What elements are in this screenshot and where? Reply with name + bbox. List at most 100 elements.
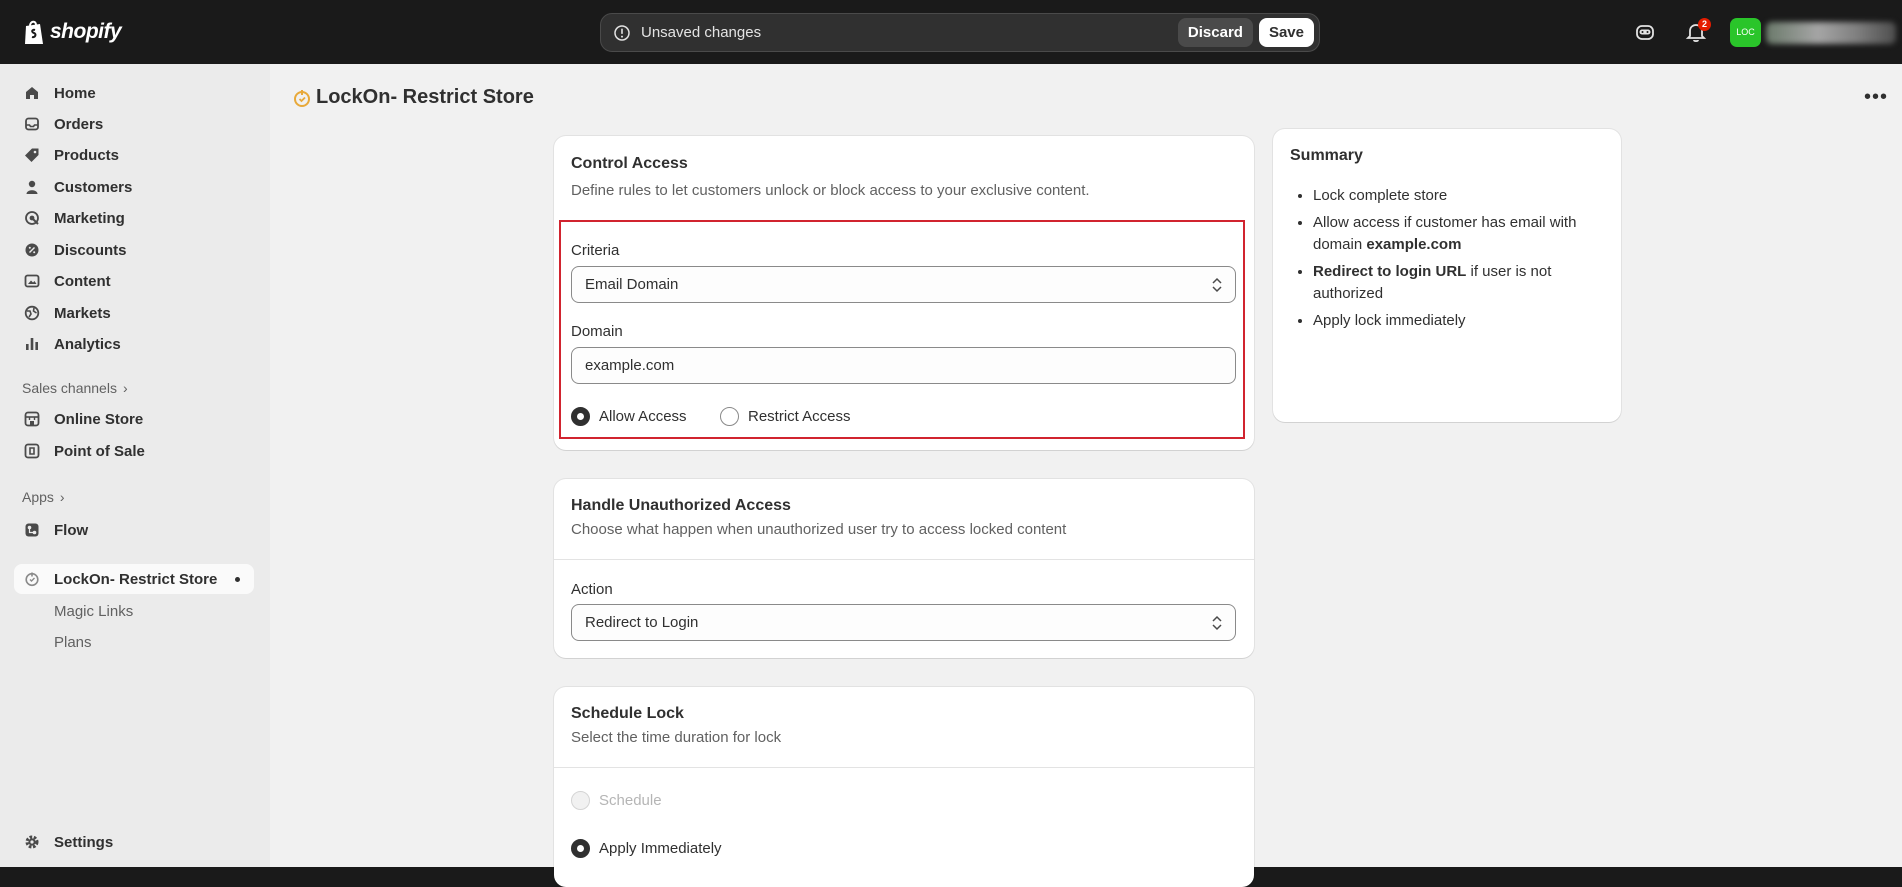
target-icon — [25, 211, 39, 225]
sidebar-item-label: Discounts — [54, 241, 127, 259]
sidebar-item-label: Orders — [54, 115, 104, 133]
restrict-access-radio[interactable]: Restrict Access — [720, 407, 851, 426]
control-access-title: Control Access — [571, 155, 688, 172]
action-label: Action — [571, 581, 613, 598]
chevron-right-icon: › — [122, 380, 128, 396]
sidekick-icon[interactable] — [1634, 21, 1656, 43]
sidebar-item-discounts[interactable]: Discounts — [14, 235, 254, 265]
sales-channels-label: Sales channels — [22, 380, 117, 396]
sidebar-item-label: Point of Sale — [54, 442, 145, 460]
inbox-icon — [25, 117, 39, 131]
shopify-wordmark: shopify — [50, 20, 122, 43]
unsaved-changes-bar: Unsaved changes Discard Save — [600, 13, 1320, 52]
flow-icon — [25, 523, 39, 537]
criteria-select[interactable]: Email Domain — [571, 266, 1236, 303]
notification-badge: 2 — [1698, 18, 1711, 31]
discard-button[interactable]: Discard — [1177, 18, 1253, 47]
divider — [554, 767, 1254, 768]
summary-item-text: Lock complete store — [1313, 187, 1448, 204]
select-arrows-icon — [1212, 277, 1222, 293]
page-title: LockOn- Restrict Store — [292, 86, 534, 109]
allow-access-label: Allow Access — [599, 408, 687, 425]
sidebar-item-magic-links[interactable]: Magic Links — [14, 596, 254, 626]
summary-domain-value: example.com — [1366, 236, 1462, 253]
sidebar-item-orders[interactable]: Orders — [14, 109, 254, 139]
control-access-card: Control Access Define rules to let custo… — [554, 136, 1254, 450]
pin-dot-icon[interactable] — [235, 577, 240, 582]
criteria-label: Criteria — [571, 242, 620, 259]
schedule-description: Select the time duration for lock — [571, 729, 782, 746]
schedule-lock-card: Schedule Lock Select the time duration f… — [554, 687, 1254, 887]
sidebar-item-label: LockOn- Restrict Store — [54, 570, 218, 588]
sidebar-item-point-of-sale[interactable]: Point of Sale — [14, 436, 254, 466]
schedule-label: Schedule — [599, 792, 662, 809]
sidebar-item-customers[interactable]: Customers — [14, 172, 254, 202]
sidebar-item-markets[interactable]: Markets — [14, 298, 254, 328]
summary-title: Summary — [1290, 147, 1363, 164]
more-actions-icon[interactable]: ••• — [1864, 86, 1888, 109]
lockon-icon — [25, 572, 39, 587]
action-select[interactable]: Redirect to Login — [571, 604, 1236, 641]
sidebar-item-label: Flow — [54, 521, 89, 539]
summary-item: Lock complete store — [1313, 185, 1603, 207]
control-access-description: Define rules to let customers unlock or … — [571, 182, 1090, 199]
home-icon — [26, 87, 38, 99]
sidebar-item-label: Marketing — [54, 209, 125, 227]
sidebar-item-products[interactable]: Products — [14, 140, 254, 170]
summary-item: Apply lock immediately — [1313, 310, 1603, 332]
sales-channels-header[interactable]: Sales channels › — [22, 380, 128, 396]
sidebar-item-label: Home — [54, 84, 96, 102]
summary-action-value: Redirect to login URL — [1313, 263, 1467, 280]
schedule-radio[interactable]: Schedule — [571, 791, 662, 810]
unsaved-changes-text: Unsaved changes — [641, 24, 762, 41]
sidebar-item-analytics[interactable]: Analytics — [14, 329, 254, 359]
sidebar-item-flow[interactable]: Flow — [14, 515, 254, 545]
radio-selected-icon — [571, 839, 590, 858]
summary-item: Redirect to login URL if user is not aut… — [1313, 261, 1603, 305]
sidebar-item-label: Magic Links — [54, 602, 134, 620]
store-icon — [24, 411, 40, 427]
apps-label: Apps — [22, 489, 54, 505]
alert-circle-icon — [614, 24, 630, 41]
main-content: LockOn- Restrict Store ••• Control Acces… — [270, 64, 1902, 887]
summary-item-text: Apply lock immediately — [1313, 312, 1466, 329]
allow-access-radio[interactable]: Allow Access — [571, 407, 687, 426]
gear-icon — [25, 835, 39, 849]
unauthorized-title: Handle Unauthorized Access — [571, 497, 791, 514]
sidebar-item-lockon[interactable]: LockOn- Restrict Store — [14, 564, 254, 594]
schedule-title: Schedule Lock — [571, 705, 684, 722]
sidebar-item-marketing[interactable]: Marketing — [14, 203, 254, 233]
domain-label: Domain — [571, 323, 623, 340]
top-bar: shopify Unsaved changes Discard Save 2 L… — [0, 0, 1902, 64]
shopify-logo[interactable]: shopify — [22, 18, 122, 46]
restrict-access-label: Restrict Access — [748, 408, 851, 425]
sidebar-item-online-store[interactable]: Online Store — [14, 404, 254, 434]
summary-card: Summary Lock complete store Allow access… — [1273, 129, 1621, 422]
sidebar-item-label: Settings — [54, 833, 114, 851]
sidebar: Home Orders Products Customers Marketing… — [0, 64, 270, 867]
domain-input[interactable]: example.com — [571, 347, 1236, 384]
summary-list: Lock complete store Allow access if cust… — [1313, 185, 1603, 337]
store-name-blurred[interactable] — [1766, 22, 1896, 44]
person-icon — [26, 180, 38, 194]
sidebar-item-label: Markets — [54, 304, 111, 322]
sidebar-item-plans[interactable]: Plans — [14, 627, 254, 657]
sidebar-item-label: Analytics — [54, 335, 121, 353]
unauthorized-access-card: Handle Unauthorized Access Choose what h… — [554, 479, 1254, 658]
image-icon — [24, 274, 40, 288]
page-title-text: LockOn- Restrict Store — [316, 86, 534, 108]
apply-immediately-radio[interactable]: Apply Immediately — [571, 839, 722, 858]
tag-icon — [25, 148, 39, 162]
store-avatar[interactable]: LOC — [1730, 18, 1761, 47]
radio-selected-icon — [571, 407, 590, 426]
pos-icon — [24, 443, 40, 459]
sidebar-item-label: Online Store — [54, 410, 144, 428]
summary-item: Allow access if customer has email with … — [1313, 212, 1603, 256]
sidebar-item-content[interactable]: Content — [14, 266, 254, 296]
unauthorized-description: Choose what happen when unauthorized use… — [571, 521, 1067, 538]
sidebar-item-label: Customers — [54, 178, 133, 196]
sidebar-item-settings[interactable]: Settings — [14, 827, 254, 857]
apps-header[interactable]: Apps › — [22, 489, 65, 505]
save-button[interactable]: Save — [1258, 18, 1314, 47]
sidebar-item-home[interactable]: Home — [14, 78, 254, 108]
